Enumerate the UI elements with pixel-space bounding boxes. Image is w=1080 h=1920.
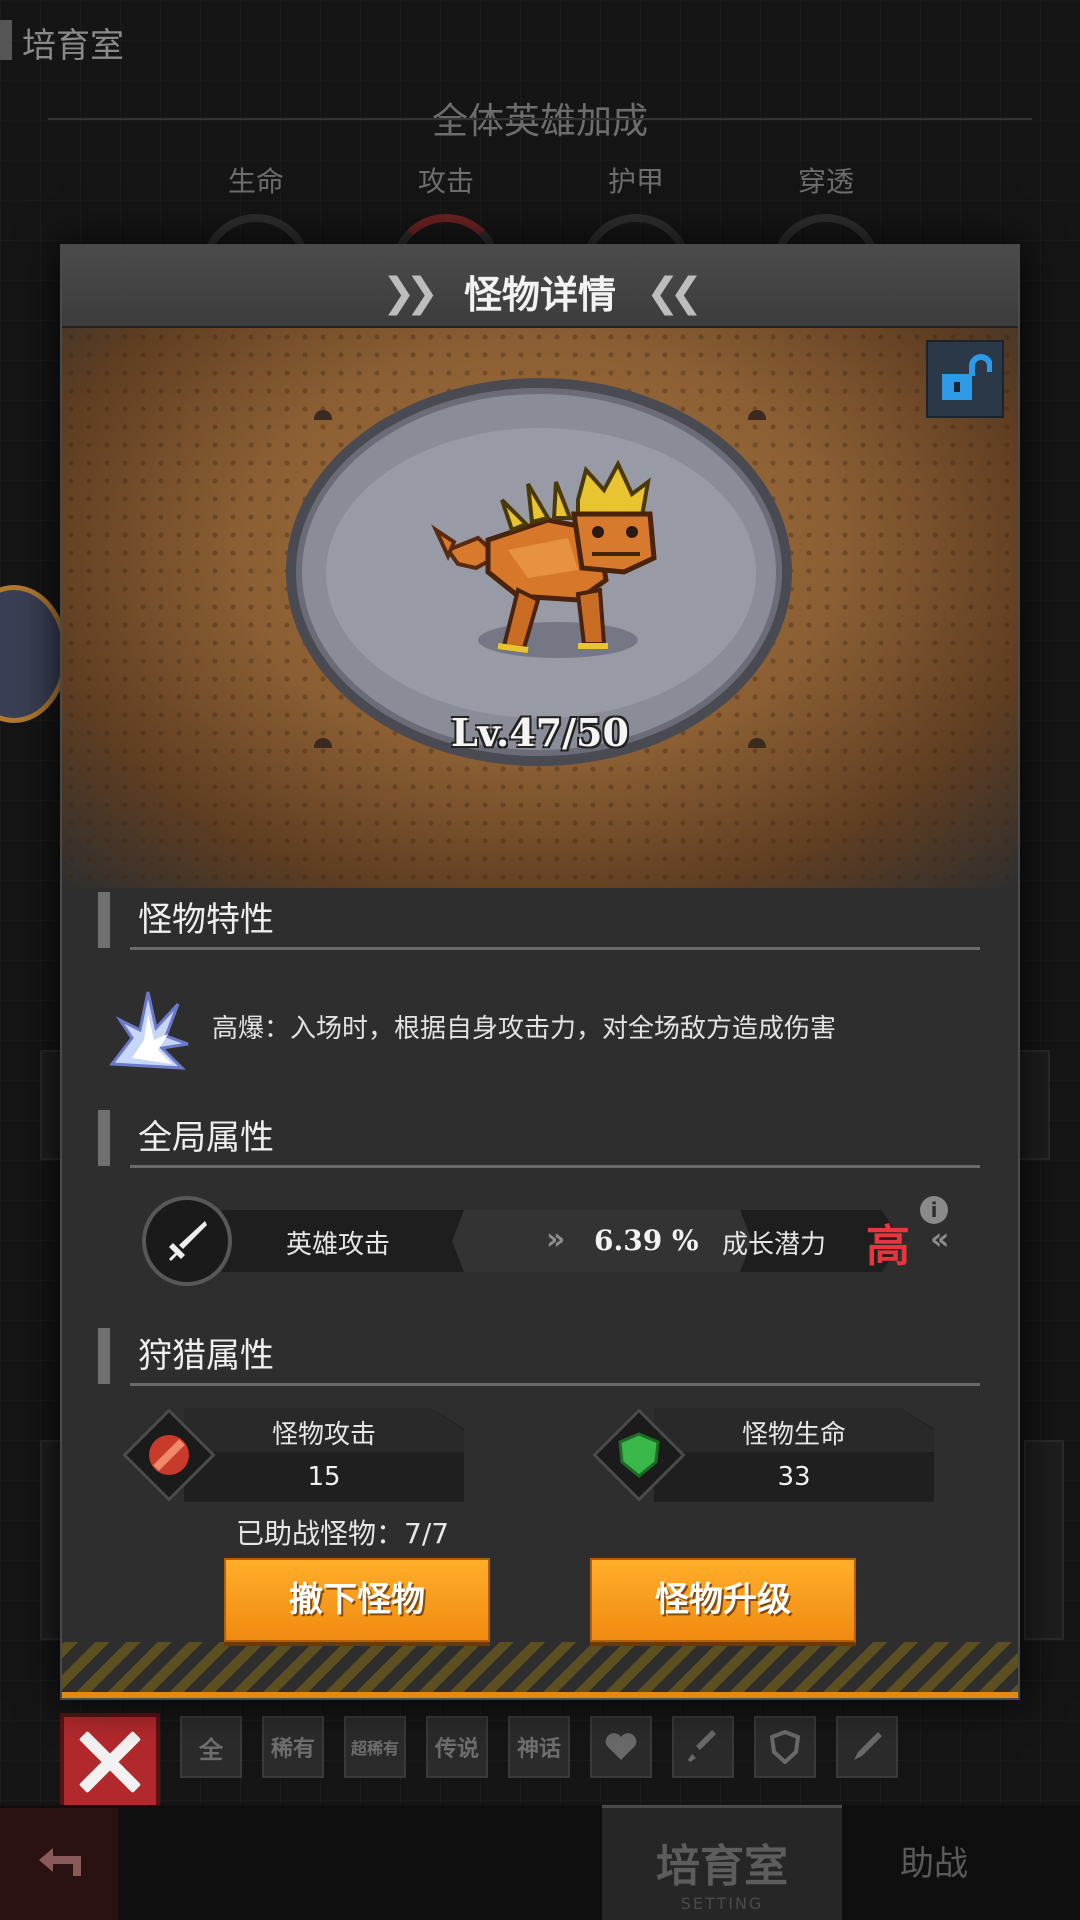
close-button[interactable] bbox=[60, 1713, 160, 1811]
assist-count: 已助战怪物：7/7 bbox=[236, 1517, 450, 1550]
chevron-left-icon: ❮❮ bbox=[646, 270, 703, 316]
filter-legend[interactable]: 传说 bbox=[426, 1716, 488, 1778]
monster-attack-card: 怪物攻击 15 bbox=[122, 1408, 464, 1502]
shield-icon bbox=[770, 1730, 800, 1764]
tab-nursery-sub: SETTING bbox=[680, 1894, 764, 1913]
lock-button[interactable] bbox=[926, 340, 1004, 418]
monster-hp-value: 33 bbox=[777, 1462, 811, 1492]
filter-myth[interactable]: 神话 bbox=[508, 1716, 570, 1778]
double-chevron-right-icon: » bbox=[546, 1222, 566, 1257]
remove-monster-button[interactable]: 撤下怪物 bbox=[224, 1558, 490, 1642]
filter-all[interactable]: 全 bbox=[180, 1716, 242, 1778]
global-attr-name: 英雄攻击 bbox=[286, 1230, 391, 1260]
filter-pen[interactable] bbox=[836, 1716, 898, 1778]
modal-title: 怪物详情 bbox=[463, 273, 616, 317]
info-icon[interactable]: i bbox=[920, 1196, 948, 1224]
unlock-icon bbox=[942, 354, 992, 400]
filter-rare[interactable]: 稀有 bbox=[262, 1716, 324, 1778]
section-trait-title: 怪物特性 bbox=[138, 900, 274, 940]
section-hunt-title: 狩猎属性 bbox=[138, 1336, 274, 1376]
growth-potential-grade: 高 bbox=[866, 1221, 910, 1272]
trait-row: 高爆：入场时，根据自身攻击力，对全场敌方造成伤害 bbox=[102, 984, 982, 1070]
monster-sprite[interactable] bbox=[428, 460, 664, 662]
monster-attack-label: 怪物攻击 bbox=[271, 1420, 376, 1450]
sword-icon bbox=[169, 1221, 207, 1261]
trait-description: 高爆：入场时，根据自身攻击力，对全场敌方造成伤害 bbox=[212, 1014, 837, 1044]
bonus-frame bbox=[48, 118, 1032, 120]
double-chevron-left-icon: « bbox=[930, 1222, 950, 1257]
monster-hp-card: 怪物生命 33 bbox=[592, 1408, 934, 1502]
monster-level: Lv.47/50 bbox=[451, 710, 629, 755]
tab-nursery-label: 培育室 bbox=[656, 1841, 788, 1892]
global-attribute-row: 英雄攻击 » 6.39 % 成长潜力 高 « bbox=[142, 1196, 962, 1286]
back-button[interactable] bbox=[0, 1808, 118, 1920]
screen-title: 培育室 bbox=[22, 26, 124, 66]
monster-attack-value: 15 bbox=[307, 1462, 341, 1492]
hazard-stripe bbox=[62, 1642, 1018, 1698]
heart-icon bbox=[605, 1733, 637, 1760]
title-accent-bar bbox=[0, 20, 12, 60]
monster-detail-modal: ❯❯ 怪物详情 ❮❮ Lv.47/50 怪物特性 高爆：入场时，根据自身攻击力，… bbox=[60, 244, 1020, 1700]
upgrade-monster-button[interactable]: 怪物升级 bbox=[590, 1558, 856, 1642]
sword-icon bbox=[688, 1730, 716, 1762]
section-trait-header: 怪物特性 bbox=[98, 884, 980, 950]
filter-super-rare[interactable]: 超稀有 bbox=[344, 1716, 406, 1778]
bg-card bbox=[1024, 1440, 1064, 1640]
monster-scene: Lv.47/50 bbox=[62, 328, 1018, 888]
hazard-line bbox=[62, 1692, 1018, 1698]
growth-potential-label: 成长潜力 bbox=[722, 1230, 827, 1260]
tab-assist[interactable]: 助战 bbox=[900, 1836, 968, 1885]
section-global-header: 全局属性 bbox=[98, 1102, 980, 1168]
tab-nursery[interactable]: 培育室 SETTING bbox=[602, 1805, 842, 1920]
global-attr-value: 6.39 % bbox=[594, 1224, 699, 1257]
filter-sword[interactable] bbox=[672, 1716, 734, 1778]
bonus-stats: 生命 攻击 护甲 穿透 bbox=[0, 160, 1080, 324]
section-global-title: 全局属性 bbox=[138, 1118, 274, 1158]
filter-shield[interactable] bbox=[754, 1716, 816, 1778]
filter-heart[interactable] bbox=[590, 1716, 652, 1778]
modal-header: ❯❯ 怪物详情 ❮❮ bbox=[62, 246, 1018, 328]
back-arrow-icon bbox=[39, 1848, 81, 1876]
monster-hp-label: 怪物生命 bbox=[741, 1420, 846, 1450]
pen-icon bbox=[854, 1732, 882, 1760]
hero-attack-badge bbox=[142, 1196, 232, 1286]
section-hunt-header: 狩猎属性 bbox=[98, 1320, 980, 1386]
explosion-icon[interactable] bbox=[102, 984, 194, 1070]
